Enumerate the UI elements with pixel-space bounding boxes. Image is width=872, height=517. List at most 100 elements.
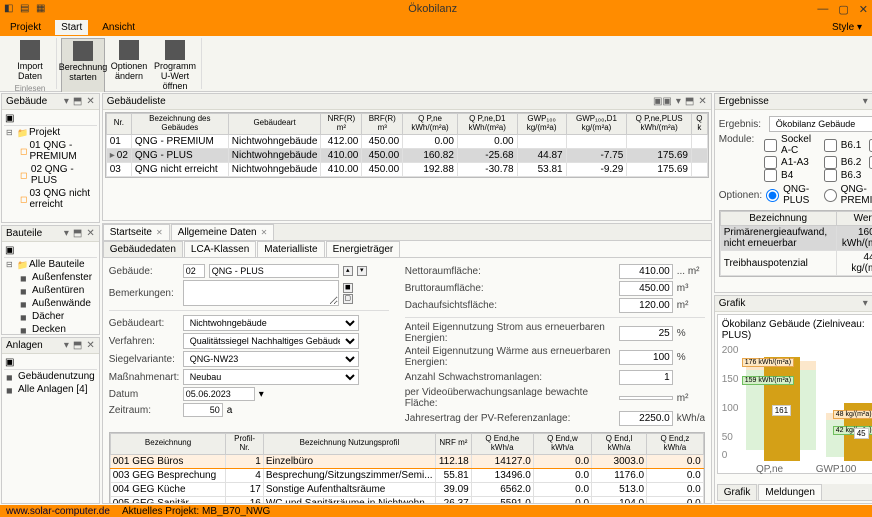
val-dach[interactable]: 120.00 — [619, 298, 673, 313]
input-bemerkungen[interactable] — [183, 280, 339, 306]
status-link[interactable]: www.solar-computer.de — [6, 506, 110, 517]
ribbon-programm-uwert[interactable]: Programm U-Wert öffnen — [153, 38, 197, 94]
tab-meldungen[interactable]: Meldungen — [758, 484, 821, 500]
ribbon-berechnung-starten[interactable]: Berechnung starten — [61, 38, 105, 94]
table-row[interactable]: Treibhauspotenzial44.87 kg/(m²a) — [720, 251, 872, 276]
tree-item-aussenwaende[interactable]: Außenwände — [4, 297, 97, 310]
btn-new[interactable]: ◼ — [343, 283, 353, 293]
ribbon-optionen-aendern[interactable]: Optionen ändern — [107, 38, 151, 94]
btn-down[interactable]: ▾ — [357, 266, 367, 276]
chk-b63[interactable] — [824, 169, 837, 182]
val-eigen-waerme[interactable]: 100 — [619, 350, 673, 365]
tree-toolbar-icon[interactable]: ▣ — [5, 357, 14, 368]
col-nr[interactable]: Nr. — [106, 114, 131, 135]
tab-gebaeudedaten[interactable]: Gebäudedaten — [103, 241, 183, 257]
panel-dropdown-icon[interactable]: ▾ — [64, 340, 69, 351]
input-gebaeude-nr[interactable] — [183, 264, 205, 278]
qat-icon-1[interactable]: ▤ — [20, 3, 32, 15]
tree-root-projekt[interactable]: ⊟Projekt — [4, 126, 97, 139]
chk-b4[interactable] — [764, 169, 777, 182]
table-row[interactable]: 02QNG - PLUSNichtwohngebäude 410.00450.0… — [106, 148, 707, 162]
table-row[interactable]: 01QNG - PREMIUMNichtwohngebäude 412.0045… — [106, 134, 707, 148]
tree-root-bauteile[interactable]: ⊟Alle Bauteile — [4, 258, 97, 271]
col-nutz-qendw[interactable]: Q End,w kWh/a — [533, 434, 591, 455]
chk-b62[interactable] — [824, 156, 837, 169]
table-row[interactable]: 001 GEG Büros1Einzelbüro112.1814127.00.0… — [110, 454, 703, 468]
col-qp[interactable]: Q P,ne kWh/(m²a) — [403, 114, 458, 135]
col-brf[interactable]: BRF(R) m³ — [362, 114, 403, 135]
col-nutz-qend[interactable]: Q End,he kWh/a — [471, 434, 533, 455]
val-video[interactable] — [619, 396, 673, 400]
val-eigen-strom[interactable]: 25 — [619, 326, 673, 341]
panel-close-icon[interactable]: ✕ — [86, 228, 94, 239]
panel-close-icon[interactable]: ✕ — [86, 96, 94, 107]
grid-gebaeudeliste[interactable]: Nr. Bezeichnung des Gebäudes Gebäudeart … — [105, 112, 709, 178]
col-qpd1[interactable]: Q P,ne,D1 kWh/(m²a) — [457, 114, 517, 135]
tab-lca-klassen[interactable]: LCA-Klassen — [184, 241, 256, 257]
select-ergebnis[interactable]: Ökobilanz Gebäude — [769, 116, 872, 132]
col-qk[interactable]: Q k — [691, 114, 707, 135]
select-siegel[interactable]: QNG-NW23 — [183, 351, 359, 367]
col-res-bez[interactable]: Bezeichnung — [720, 212, 836, 226]
col-nutz-nrf[interactable]: NRF m² — [436, 434, 472, 455]
close-button[interactable]: ✕ — [859, 3, 868, 16]
col-nrf[interactable]: NRF(R) m² — [321, 114, 362, 135]
tree-item-gebaeudenutzung[interactable]: Gebäudenutzung — [4, 370, 97, 383]
close-icon[interactable]: ✕ — [261, 228, 268, 237]
col-nutz-qendz[interactable]: Q End,z kWh/a — [647, 434, 704, 455]
table-row[interactable]: 003 GEG Besprechung4Besprechung/Sitzungs… — [110, 468, 703, 482]
col-art[interactable]: Gebäudeart — [228, 114, 321, 135]
tree-toolbar-icon[interactable]: ▣ — [5, 113, 14, 124]
panel-dropdown-icon[interactable]: ▾ — [863, 96, 868, 107]
btn-del[interactable]: ▢ — [343, 294, 353, 304]
panel-dropdown-icon[interactable]: ▾ — [676, 96, 681, 107]
chk-sockel[interactable] — [764, 139, 777, 152]
qat-icon-2[interactable]: ▦ — [36, 3, 48, 15]
btn-up[interactable]: ▴ — [343, 266, 353, 276]
select-verfahren[interactable]: Qualitätssiegel Nachhaltiges Gebäude (QN… — [183, 333, 359, 349]
val-schwach[interactable]: 1 — [619, 370, 673, 385]
table-row[interactable]: 004 GEG Küche17Sonstige Aufenthaltsräume… — [110, 482, 703, 496]
table-row[interactable]: Primärenergieaufwand, nicht erneuerbar16… — [720, 226, 872, 251]
tab-energietraeger[interactable]: Energieträger — [326, 241, 401, 257]
col-nutz-bez[interactable]: Bezeichnung — [110, 434, 226, 455]
tree-item-daecher[interactable]: Dächer — [4, 310, 97, 323]
tab-projekt[interactable]: Projekt — [4, 20, 47, 35]
tree-item-01[interactable]: 01 QNG - PREMIUM — [4, 139, 97, 163]
col-nutz-qendl[interactable]: Q End,l kWh/a — [592, 434, 647, 455]
panel-toolbar-icon[interactable]: ▣▣ — [653, 96, 672, 107]
input-zeitraum[interactable] — [183, 403, 223, 417]
tree-item-aussenfenster[interactable]: Außenfenster — [4, 271, 97, 284]
col-qpplus[interactable]: Q P,ne,PLUS kWh/(m²a) — [627, 114, 692, 135]
tree-item-03[interactable]: 03 QNG nicht erreicht — [4, 187, 97, 211]
table-row[interactable]: 03QNG nicht erreichtNichtwohngebäude 410… — [106, 162, 707, 176]
close-icon[interactable]: ✕ — [156, 228, 163, 237]
minimize-button[interactable]: — — [817, 3, 828, 16]
tree-item-02[interactable]: 02 QNG - PLUS — [4, 163, 97, 187]
panel-pin-icon[interactable]: ⬒ — [685, 96, 694, 107]
panel-pin-icon[interactable]: ⬒ — [73, 340, 82, 351]
panel-pin-icon[interactable]: ⬒ — [73, 96, 82, 107]
select-massn[interactable]: Neubau — [183, 369, 359, 385]
col-nutz-profil[interactable]: Profil- Nr. — [226, 434, 263, 455]
radio-qng-plus[interactable] — [766, 189, 779, 202]
calendar-icon[interactable]: ▾ — [259, 389, 264, 400]
panel-close-icon[interactable]: ✕ — [698, 96, 706, 107]
tree-item-alle-anlagen[interactable]: Alle Anlagen [4] — [4, 383, 97, 396]
tree-item-decken[interactable]: Decken — [4, 323, 97, 334]
tab-materialliste[interactable]: Materialliste — [257, 241, 324, 257]
chk-a1a3[interactable] — [764, 156, 777, 169]
val-nrf[interactable]: 410.00 — [619, 264, 673, 279]
col-gwpd1[interactable]: GWP₁₀₀,D1 kg/(m²a) — [566, 114, 627, 135]
chk-b61[interactable] — [824, 139, 837, 152]
ribbon-import-daten[interactable]: Import Daten — [8, 38, 52, 84]
input-datum[interactable] — [183, 387, 255, 401]
panel-dropdown-icon[interactable]: ▾ — [64, 228, 69, 239]
panel-pin-icon[interactable]: ⬒ — [73, 228, 82, 239]
tab-grafik[interactable]: Grafik — [717, 484, 758, 500]
tab-startseite[interactable]: Startseite✕ — [103, 224, 170, 240]
style-dropdown[interactable]: Style ▾ — [826, 20, 868, 35]
radio-qng-premium[interactable] — [824, 189, 837, 202]
col-nutz-profilbez[interactable]: Bezeichnung Nutzungsprofil — [263, 434, 435, 455]
tree-toolbar-icon[interactable]: ▣ — [5, 245, 14, 256]
